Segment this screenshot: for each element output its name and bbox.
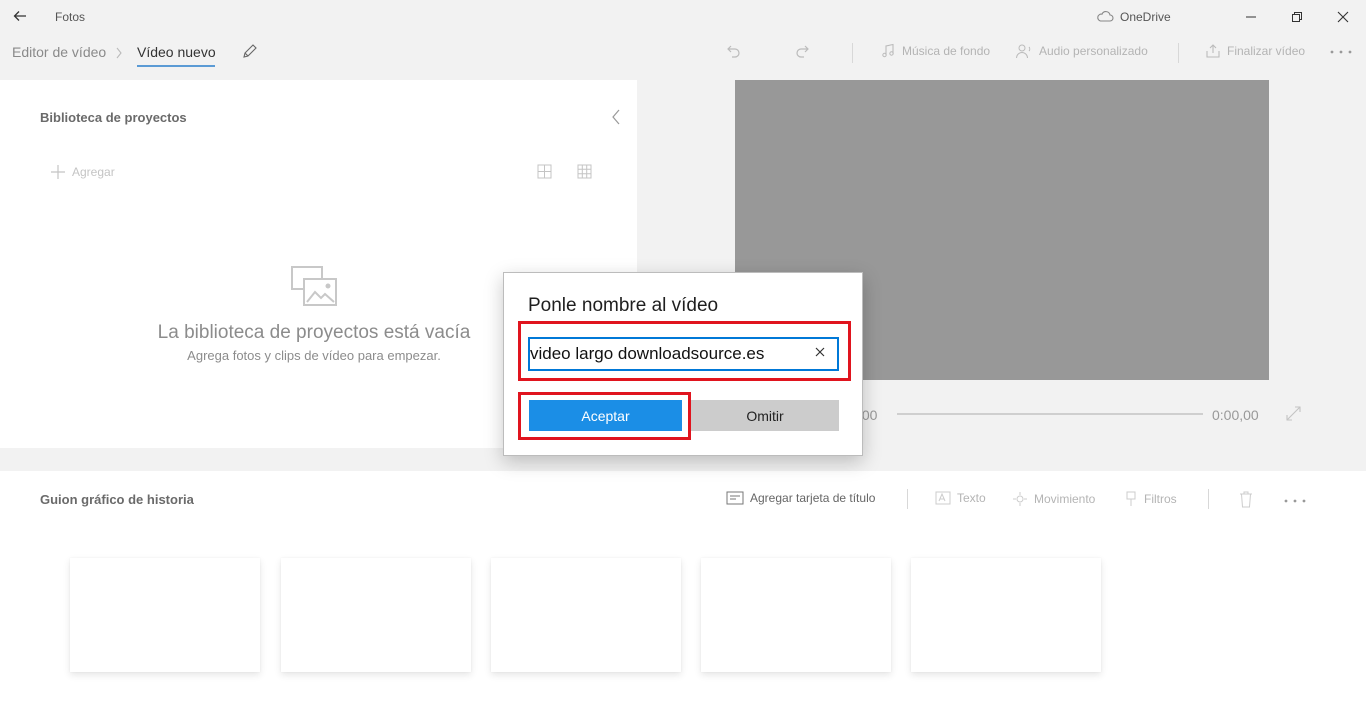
add-media-label: Agregar — [72, 165, 115, 179]
redo-icon[interactable] — [794, 43, 810, 59]
person-audio-icon — [1015, 43, 1033, 59]
skip-button[interactable]: Omitir — [691, 400, 839, 431]
text-label: Texto — [957, 491, 986, 505]
toolbar-divider — [852, 43, 853, 63]
export-icon — [1205, 43, 1221, 59]
undo-icon[interactable] — [726, 43, 742, 59]
clear-input-icon[interactable] — [814, 346, 826, 358]
onedrive-label[interactable]: OneDrive — [1120, 10, 1171, 24]
storyboard-panel: Guion gráfico de historia Agregar tarjet… — [0, 471, 1366, 728]
finish-video-button[interactable]: Finalizar vídeo — [1205, 43, 1305, 59]
total-time: 0:00,00 — [1212, 407, 1259, 423]
chevron-right-icon — [115, 46, 123, 60]
cloud-icon — [1096, 9, 1114, 23]
motion-button[interactable]: Movimiento — [1012, 491, 1095, 507]
dialog-title: Ponle nombre al vídeo — [528, 295, 719, 316]
seek-bar[interactable] — [897, 413, 1203, 415]
text-button[interactable]: Texto — [935, 491, 986, 505]
add-title-card-button[interactable]: Agregar tarjeta de título — [726, 491, 875, 505]
music-note-icon — [880, 43, 896, 59]
close-button[interactable] — [1320, 0, 1366, 34]
storyboard-divider — [1208, 489, 1209, 509]
expand-icon[interactable] — [1286, 406, 1301, 421]
storyboard-slot[interactable] — [911, 558, 1101, 672]
video-name-value: video largo downloadsource.es — [530, 344, 765, 363]
filter-brush-icon — [1124, 491, 1138, 507]
app-title: Fotos — [55, 10, 86, 24]
library-title: Biblioteca de proyectos — [40, 110, 187, 125]
breadcrumb-current[interactable]: Vídeo nuevo — [137, 44, 216, 60]
background-music-label: Música de fondo — [902, 44, 991, 58]
large-grid-view-icon[interactable] — [537, 164, 552, 179]
storyboard-slot[interactable] — [281, 558, 471, 672]
small-grid-view-icon[interactable] — [577, 164, 592, 179]
custom-audio-label: Audio personalizado — [1039, 44, 1148, 58]
pencil-icon[interactable] — [241, 43, 258, 60]
background-music-button[interactable]: Música de fondo — [880, 43, 990, 59]
storyboard-slot[interactable] — [701, 558, 891, 672]
finish-video-label: Finalizar vídeo — [1227, 44, 1306, 58]
toolbar-divider — [1178, 43, 1179, 63]
name-video-dialog: Ponle nombre al vídeo video largo downlo… — [503, 272, 863, 456]
back-arrow-icon[interactable] — [12, 8, 28, 24]
plus-icon — [50, 164, 66, 180]
storyboard-more-icon[interactable] — [1284, 499, 1306, 503]
breadcrumb-underline — [137, 65, 215, 67]
custom-audio-button[interactable]: Audio personalizado — [1015, 43, 1148, 59]
storyboard-slot[interactable] — [491, 558, 681, 672]
storyboard-divider — [907, 489, 908, 509]
storyboard-title: Guion gráfico de historia — [40, 492, 194, 507]
text-icon — [935, 491, 951, 505]
skip-label: Omitir — [746, 407, 784, 424]
more-options-icon[interactable] — [1330, 50, 1352, 54]
breadcrumb-parent[interactable]: Editor de vídeo — [12, 44, 106, 60]
accept-label: Aceptar — [581, 407, 630, 424]
minimize-button[interactable] — [1228, 0, 1274, 34]
filters-button[interactable]: Filtros — [1124, 491, 1177, 507]
filters-label: Filtros — [1144, 492, 1177, 506]
restore-button[interactable] — [1274, 0, 1320, 34]
collapse-chevron-icon[interactable] — [610, 108, 622, 126]
title-card-icon — [726, 491, 744, 505]
add-media-button[interactable]: Agregar — [50, 164, 115, 180]
trash-icon[interactable] — [1239, 491, 1253, 508]
title-bar: Fotos OneDrive — [0, 0, 1366, 34]
add-title-card-label: Agregar tarjeta de título — [750, 491, 876, 505]
accept-button[interactable]: Aceptar — [529, 400, 682, 431]
empty-library-photos-icon — [290, 265, 340, 309]
motion-label: Movimiento — [1034, 492, 1096, 506]
video-name-input[interactable]: video largo downloadsource.es — [528, 337, 839, 371]
editor-toolbar: Editor de vídeo Vídeo nuevo Música de fo… — [0, 34, 1366, 74]
storyboard-slot[interactable] — [70, 558, 260, 672]
motion-icon — [1012, 491, 1028, 507]
